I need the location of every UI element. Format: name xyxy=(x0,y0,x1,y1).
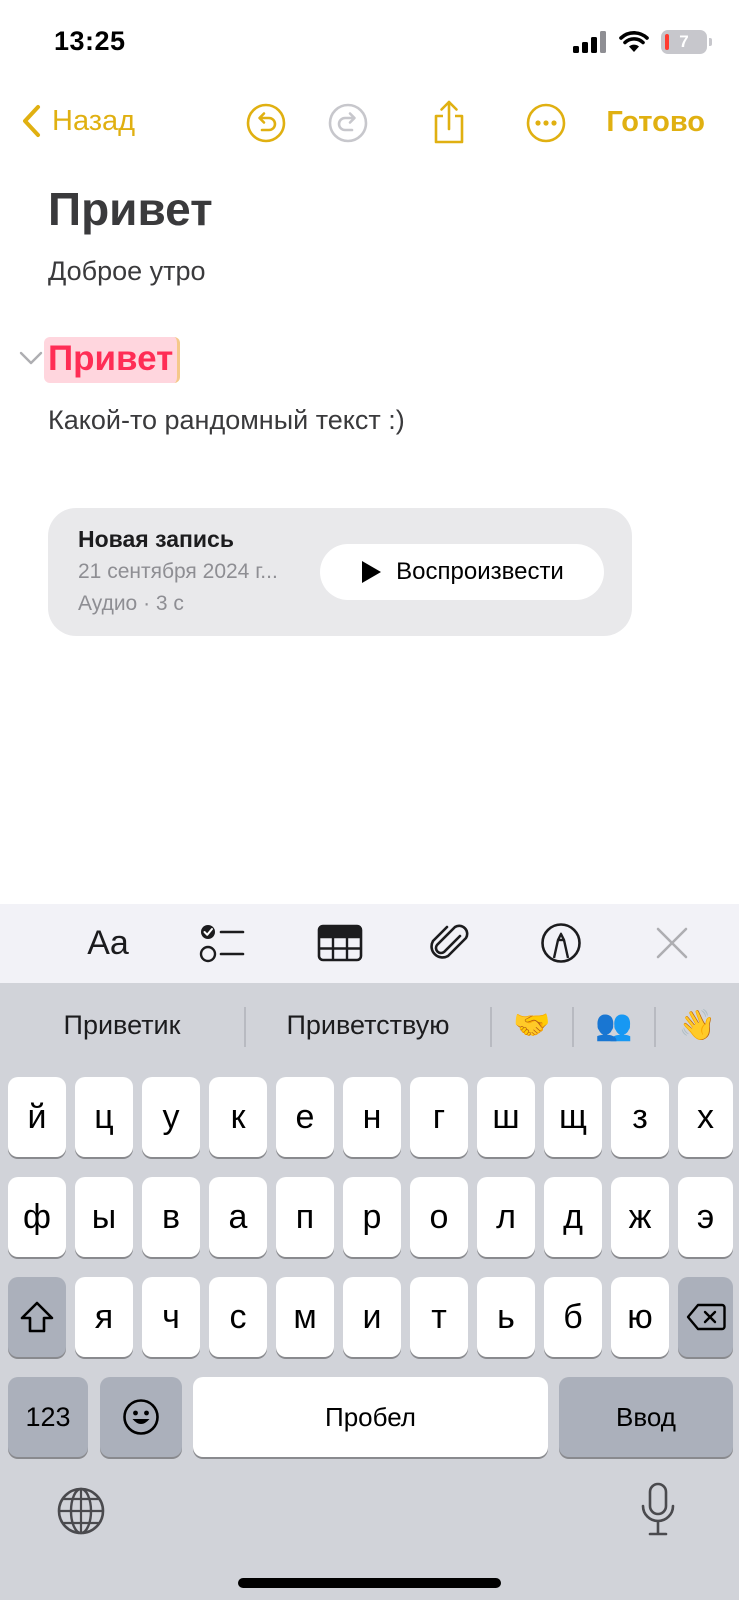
back-label: Назад xyxy=(52,104,136,137)
share-button[interactable] xyxy=(428,98,470,146)
checklist-icon xyxy=(199,925,245,963)
key-к[interactable]: к xyxy=(209,1077,267,1157)
suggestion-1[interactable]: Приветик xyxy=(0,997,244,1053)
done-button[interactable]: Готово xyxy=(606,106,705,139)
wifi-icon xyxy=(619,31,649,52)
key-р[interactable]: р xyxy=(343,1177,401,1257)
table-button[interactable] xyxy=(316,920,364,966)
cellular-signal-icon xyxy=(573,31,606,53)
audio-meta: Аудио · 3 с xyxy=(78,592,184,615)
markup-button[interactable] xyxy=(538,920,584,966)
globe-icon xyxy=(57,1487,105,1535)
numbers-key[interactable]: 123 xyxy=(8,1377,88,1457)
checklist-button[interactable] xyxy=(196,920,248,966)
audio-date: 21 сентября 2024 г... xyxy=(78,560,278,583)
key-а[interactable]: а xyxy=(209,1177,267,1257)
key-н[interactable]: н xyxy=(343,1077,401,1157)
section-heading[interactable]: Привет xyxy=(44,337,181,383)
shift-key[interactable] xyxy=(8,1277,66,1357)
note-title[interactable]: Привет xyxy=(48,182,213,236)
key-э[interactable]: э xyxy=(678,1177,733,1257)
keyboard: Приветик Приветствую 🤝 👥 👋 й ц у к е н г… xyxy=(0,983,739,1600)
key-ж[interactable]: ж xyxy=(611,1177,669,1257)
home-indicator xyxy=(238,1578,501,1588)
text-style-button[interactable]: Aa xyxy=(82,920,134,966)
attachment-button[interactable] xyxy=(428,920,472,966)
close-icon xyxy=(656,927,688,959)
note-subtitle[interactable]: Доброе утро xyxy=(48,256,206,287)
share-icon xyxy=(434,100,464,144)
play-icon xyxy=(362,561,382,583)
suggestion-emoji-handshake[interactable]: 🤝 xyxy=(492,997,572,1053)
undo-icon xyxy=(246,103,286,143)
undo-button[interactable] xyxy=(245,102,287,144)
key-г[interactable]: г xyxy=(410,1077,468,1157)
key-л[interactable]: л xyxy=(477,1177,535,1257)
key-ц[interactable]: ц xyxy=(75,1077,133,1157)
key-х[interactable]: х xyxy=(678,1077,733,1157)
key-в[interactable]: в xyxy=(142,1177,200,1257)
emoji-icon xyxy=(123,1399,159,1435)
backspace-icon xyxy=(686,1303,726,1331)
shift-icon xyxy=(20,1301,54,1333)
note-body[interactable]: Какой-то рандомный текст :) xyxy=(48,405,405,436)
key-о[interactable]: о xyxy=(410,1177,468,1257)
key-ы[interactable]: ы xyxy=(75,1177,133,1257)
suggestion-2[interactable]: Приветствую xyxy=(246,997,490,1053)
collapse-section-button[interactable] xyxy=(18,350,44,371)
key-т[interactable]: т xyxy=(410,1277,468,1357)
key-й[interactable]: й xyxy=(8,1077,66,1157)
key-у[interactable]: у xyxy=(142,1077,200,1157)
back-button[interactable]: Назад xyxy=(22,104,135,138)
audio-title: Новая запись xyxy=(78,526,234,552)
key-ш[interactable]: ш xyxy=(477,1077,535,1157)
battery-level: 7 xyxy=(679,32,689,51)
close-format-button[interactable] xyxy=(652,920,692,966)
key-з[interactable]: з xyxy=(611,1077,669,1157)
key-е[interactable]: е xyxy=(276,1077,334,1157)
key-п[interactable]: п xyxy=(276,1177,334,1257)
microphone-icon xyxy=(641,1482,675,1536)
suggestion-emoji-people[interactable]: 👥 xyxy=(574,997,654,1053)
battery-icon: 7 xyxy=(661,30,712,54)
table-icon xyxy=(317,924,363,962)
key-ч[interactable]: ч xyxy=(142,1277,200,1357)
play-label: Воспроизвести xyxy=(396,558,564,585)
key-щ[interactable]: щ xyxy=(544,1077,602,1157)
format-toolbar: Aa xyxy=(0,904,739,983)
suggestion-emoji-wave[interactable]: 👋 xyxy=(656,997,739,1053)
space-key[interactable]: Пробел xyxy=(193,1377,548,1457)
key-и[interactable]: и xyxy=(343,1277,401,1357)
play-button[interactable]: Воспроизвести xyxy=(320,544,604,600)
key-я[interactable]: я xyxy=(75,1277,133,1357)
markup-icon xyxy=(541,923,581,963)
audio-attachment[interactable]: Новая запись 21 сентября 2024 г... Аудио… xyxy=(48,508,632,636)
delete-key[interactable] xyxy=(678,1277,733,1357)
emoji-key[interactable] xyxy=(100,1377,182,1457)
more-button[interactable] xyxy=(525,102,567,144)
attachment-icon xyxy=(430,924,469,959)
key-д[interactable]: д xyxy=(544,1177,602,1257)
key-б[interactable]: б xyxy=(544,1277,602,1357)
key-м[interactable]: м xyxy=(276,1277,334,1357)
dictation-button[interactable] xyxy=(640,1482,676,1543)
more-icon xyxy=(526,103,566,143)
status-icons: 7 xyxy=(573,30,712,54)
redo-icon xyxy=(328,103,368,143)
globe-button[interactable] xyxy=(56,1486,106,1541)
key-с[interactable]: с xyxy=(209,1277,267,1357)
status-time: 13:25 xyxy=(54,26,126,56)
return-key[interactable]: Ввод xyxy=(559,1377,733,1457)
key-ю[interactable]: ю xyxy=(611,1277,669,1357)
redo-button[interactable] xyxy=(327,102,369,144)
chevron-left-icon xyxy=(23,105,40,137)
chevron-down-icon xyxy=(19,351,43,365)
key-ь[interactable]: ь xyxy=(477,1277,535,1357)
key-ф[interactable]: ф xyxy=(8,1177,66,1257)
